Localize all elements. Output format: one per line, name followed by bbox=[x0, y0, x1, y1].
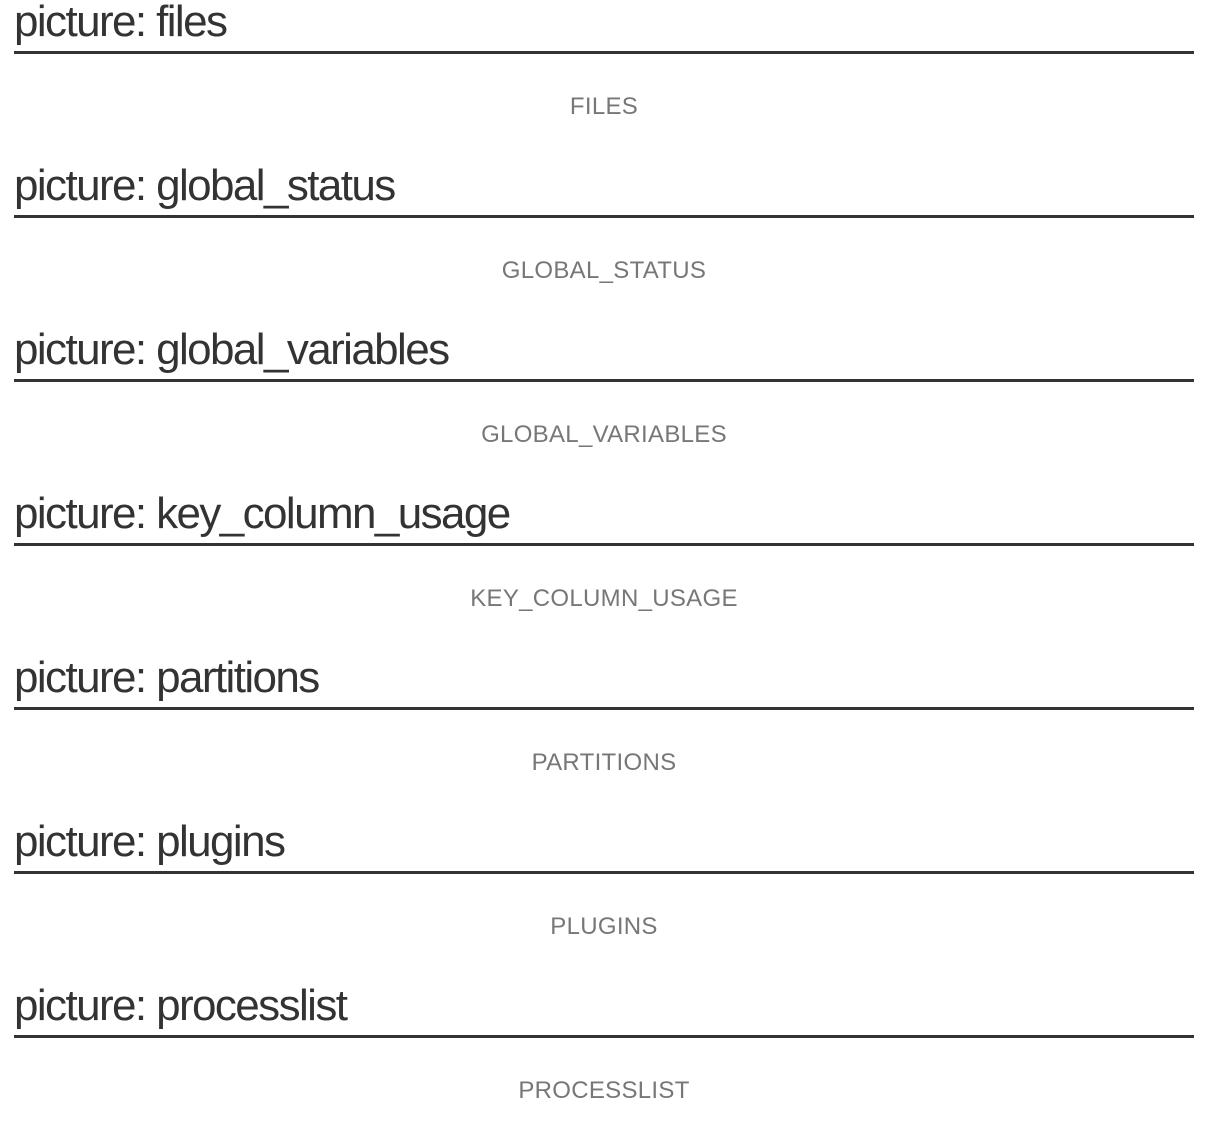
picture-caption: PROCESSLIST bbox=[518, 1077, 690, 1104]
section-heading: picture: processlist bbox=[14, 981, 1194, 1038]
section-heading: picture: partitions bbox=[14, 653, 1194, 710]
picture-sections: picture: files FILES picture: global_sta… bbox=[14, 0, 1194, 1148]
section-heading: picture: global_status bbox=[14, 161, 1194, 218]
section-key-column-usage: picture: key_column_usage KEY_COLUMN_USA… bbox=[14, 489, 1194, 656]
section-heading: picture: plugins bbox=[14, 817, 1194, 874]
section-heading-text: picture: partitions bbox=[14, 653, 320, 702]
section-processlist: picture: processlist PROCESSLIST bbox=[14, 981, 1194, 1148]
section-heading-text: picture: processlist bbox=[14, 981, 348, 1030]
section-global-variables: picture: global_variables GLOBAL_VARIABL… bbox=[14, 325, 1194, 492]
section-heading-text: picture: global_status bbox=[14, 161, 396, 210]
section-heading-text: picture: plugins bbox=[14, 817, 286, 866]
section-global-status: picture: global_status GLOBAL_STATUS bbox=[14, 161, 1194, 328]
picture-caption: PLUGINS bbox=[550, 913, 658, 940]
section-heading: picture: key_column_usage bbox=[14, 489, 1194, 546]
section-partitions: picture: partitions PARTITIONS bbox=[14, 653, 1194, 820]
section-heading: picture: global_variables bbox=[14, 325, 1194, 382]
section-heading-text: picture: key_column_usage bbox=[14, 489, 511, 538]
picture-caption: PARTITIONS bbox=[531, 749, 677, 776]
section-plugins: picture: plugins PLUGINS bbox=[14, 817, 1194, 984]
picture-caption: GLOBAL_STATUS bbox=[501, 257, 707, 284]
section-files: picture: files FILES bbox=[14, 0, 1194, 164]
section-heading-text: picture: global_variables bbox=[14, 325, 450, 374]
picture-caption: GLOBAL_VARIABLES bbox=[481, 421, 727, 448]
section-heading: picture: files bbox=[14, 0, 1194, 54]
section-heading-text: picture: files bbox=[14, 0, 228, 46]
picture-caption: FILES bbox=[569, 93, 639, 120]
picture-caption: KEY_COLUMN_USAGE bbox=[470, 585, 738, 612]
